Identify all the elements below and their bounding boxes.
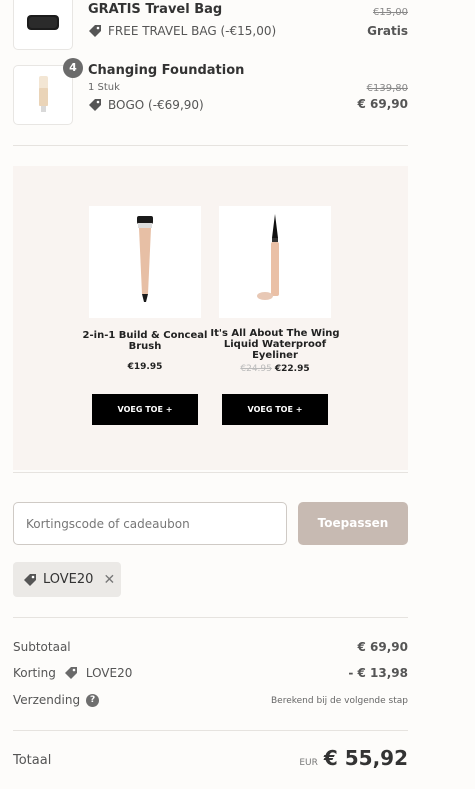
item-price-old: €15,00 [373, 7, 408, 18]
divider [13, 730, 408, 731]
help-icon[interactable]: ? [86, 694, 100, 707]
product-thumbnail-travel-bag [13, 0, 73, 50]
shipping-note: Berekend bij de volgende stap [271, 696, 408, 706]
upsell-product-name: 2-in-1 Build & Conceal Brush [82, 330, 208, 352]
discount-row-label: Korting LOVE20 [13, 666, 132, 680]
add-to-cart-button[interactable]: VOEG TOE + [222, 394, 328, 425]
item-discount-label: BOGO (-€69,90) [108, 98, 204, 112]
upsell-product-price: €19.95 [80, 362, 210, 372]
item-name: Changing Foundation [88, 63, 245, 78]
total-row-value: EUR € 55,92 [299, 746, 408, 770]
upsell-product-name: It's All About The Wing Liquid Waterproo… [210, 328, 340, 361]
add-to-cart-button[interactable]: VOEG TOE + [92, 394, 198, 425]
upsell-product-price: €24.95 €22.95 [210, 364, 340, 374]
total-value: € 55,92 [323, 746, 408, 770]
apply-discount-button[interactable]: Toepassen [298, 502, 408, 545]
product-image-eyeliner[interactable] [219, 206, 331, 318]
upsell-price-old: €24.95 [240, 364, 272, 374]
tag-icon [64, 667, 77, 679]
upsell-section: 2-in-1 Build & Conceal Brush €19.95 It's… [13, 166, 408, 470]
divider [13, 145, 408, 146]
discount-code-input[interactable] [13, 502, 287, 545]
tag-icon [89, 25, 101, 37]
remove-discount-icon[interactable]: ✕ [103, 572, 115, 588]
item-price-old: €139,80 [366, 83, 408, 94]
total-currency: EUR [299, 758, 318, 768]
item-name: GRATIS Travel Bag [88, 2, 223, 17]
shipping-label: Verzending [13, 693, 81, 707]
foundation-image [39, 76, 48, 112]
applied-discount-chip: LOVE20 ✕ [13, 562, 121, 597]
discount-label: Korting [13, 666, 56, 680]
product-image-brush[interactable] [89, 206, 201, 318]
upsell-price-current: €22.95 [274, 364, 310, 374]
eyeliner-image [257, 214, 279, 300]
brush-image [137, 216, 153, 302]
divider [13, 617, 408, 618]
item-quantity-text: 1 Stuk [88, 82, 120, 93]
upsell-price-current: €19.95 [127, 362, 163, 372]
total-label: Totaal [13, 753, 52, 768]
discount-code: LOVE20 [85, 666, 133, 680]
discount-value: - € 13,98 [348, 666, 408, 680]
travel-bag-image [27, 15, 59, 30]
item-discount: FREE TRAVEL BAG (-€15,00) [88, 24, 276, 38]
tag-icon [89, 99, 101, 111]
item-discount-label: FREE TRAVEL BAG (-€15,00) [108, 24, 277, 38]
subtotal-value: € 69,90 [357, 640, 408, 654]
shipping-label-row: Verzending? [13, 693, 100, 707]
tag-icon [24, 573, 36, 586]
item-price-new: € 69,90 [357, 97, 408, 111]
divider [13, 472, 408, 473]
subtotal-label: Subtotaal [13, 640, 71, 654]
quantity-badge: 4 [63, 58, 83, 78]
item-discount: BOGO (-€69,90) [88, 98, 204, 112]
applied-discount-code: LOVE20 [43, 572, 94, 587]
item-price-new: Gratis [367, 24, 408, 38]
